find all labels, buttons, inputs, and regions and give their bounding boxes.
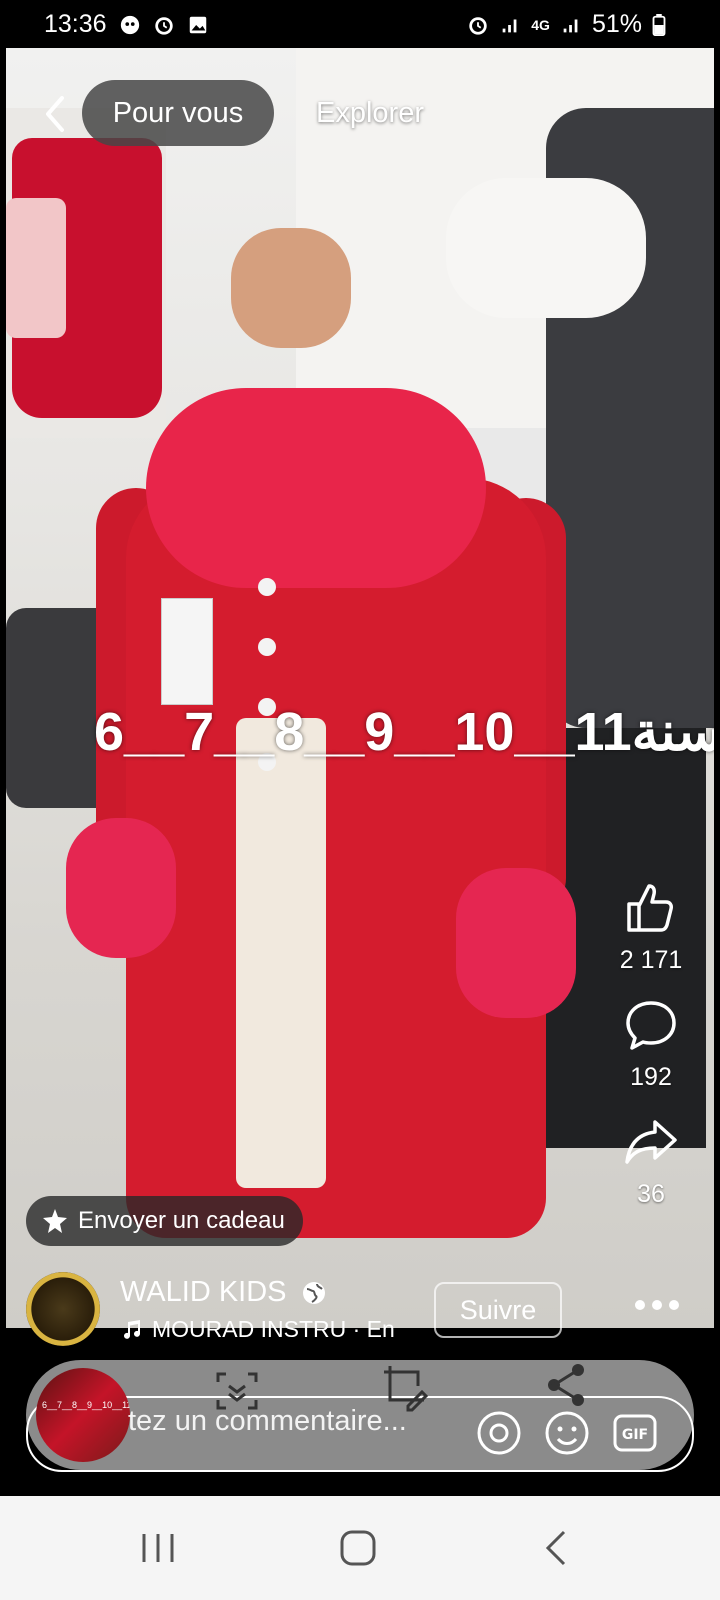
follow-button[interactable]: Suivre	[434, 1282, 562, 1338]
gift-icon	[43, 1209, 67, 1233]
person-hand	[231, 228, 351, 348]
share-action[interactable]: 36	[623, 1114, 679, 1209]
coat-fur-cuff-right	[456, 868, 576, 1018]
music-note-icon	[124, 1319, 140, 1339]
comment-bar: 6__7__8__9__10__11 GIF	[26, 1360, 694, 1472]
person-arm	[446, 178, 646, 318]
battery-percent: 51%	[591, 10, 642, 38]
image-icon	[189, 16, 206, 33]
top-nav: Pour vous Explorer	[0, 80, 720, 146]
music-title: MOURAD INSTRU · En	[152, 1316, 395, 1342]
like-action[interactable]: 2 171	[619, 880, 683, 975]
gif-icon[interactable]: GIF	[610, 1408, 660, 1458]
status-left: 13:36	[44, 10, 209, 39]
coat-button	[258, 578, 276, 596]
send-gift-label: Envoyer un cadeau	[78, 1207, 285, 1234]
comment-count: 192	[630, 1063, 672, 1091]
coat-tag	[161, 598, 213, 705]
notification-icon	[120, 15, 139, 34]
system-nav-bar	[0, 1496, 720, 1600]
like-count: 2 171	[619, 946, 683, 974]
coat-fur-cuff-left	[66, 818, 176, 958]
thumbs-up-icon[interactable]	[623, 880, 679, 936]
share-network-icon[interactable]	[542, 1360, 592, 1410]
author-name-row[interactable]: WALID KIDS	[120, 1276, 327, 1309]
author-row: WALID KIDS MOURAD INSTRU · En Suivre	[26, 1272, 716, 1352]
comment-action[interactable]: 192	[623, 997, 679, 1092]
coat-button	[258, 638, 276, 656]
video-thumbnail[interactable]: 6__7__8__9__10__11	[36, 1368, 130, 1462]
battery-icon	[652, 13, 666, 36]
network-type: 4G	[531, 16, 550, 33]
action-column: 2 171 192 36	[606, 880, 696, 1231]
signal-icon	[502, 19, 517, 32]
send-gift-button[interactable]: Envoyer un cadeau	[26, 1196, 303, 1246]
red-coat	[66, 388, 586, 1238]
tab-for-you[interactable]: Pour vous	[82, 80, 274, 146]
alarm-icon	[469, 16, 487, 35]
alarm-icon	[154, 16, 173, 35]
status-time: 13:36	[44, 10, 107, 38]
author-avatar[interactable]	[26, 1272, 100, 1346]
share-count: 36	[637, 1180, 665, 1208]
emoji-icon[interactable]	[542, 1408, 592, 1458]
author-name[interactable]: WALID KIDS	[120, 1276, 287, 1309]
comment-bubble-icon[interactable]	[623, 997, 679, 1053]
coat-fur-collar	[146, 388, 486, 588]
back-arrow-icon[interactable]	[40, 94, 70, 134]
signal-icon	[563, 19, 578, 32]
scan-download-icon[interactable]	[212, 1366, 262, 1416]
background-pink-coat	[6, 198, 66, 338]
home-icon[interactable]	[336, 1526, 380, 1570]
status-right: 4G 51%	[467, 10, 666, 39]
status-bar: 13:36 4G 51%	[0, 0, 720, 50]
crop-edit-icon[interactable]	[380, 1362, 430, 1412]
more-options-icon[interactable]	[632, 1298, 682, 1312]
back-icon[interactable]	[536, 1526, 580, 1570]
video-caption-overlay: 6__7__8__9__10__11سنة	[94, 702, 714, 762]
svg-text:GIF: GIF	[622, 1427, 648, 1443]
tab-explore[interactable]: Explorer	[316, 80, 424, 146]
music-info[interactable]: MOURAD INSTRU · En	[120, 1316, 410, 1343]
mention-icon[interactable]	[474, 1408, 524, 1458]
share-arrow-icon[interactable]	[623, 1114, 679, 1170]
thumbnail-caption: 6__7__8__9__10__11	[42, 1400, 130, 1410]
coat-body	[126, 478, 546, 1238]
globe-icon	[302, 1281, 325, 1304]
recent-apps-icon[interactable]	[136, 1526, 180, 1570]
coat-dress-panel	[236, 718, 326, 1188]
